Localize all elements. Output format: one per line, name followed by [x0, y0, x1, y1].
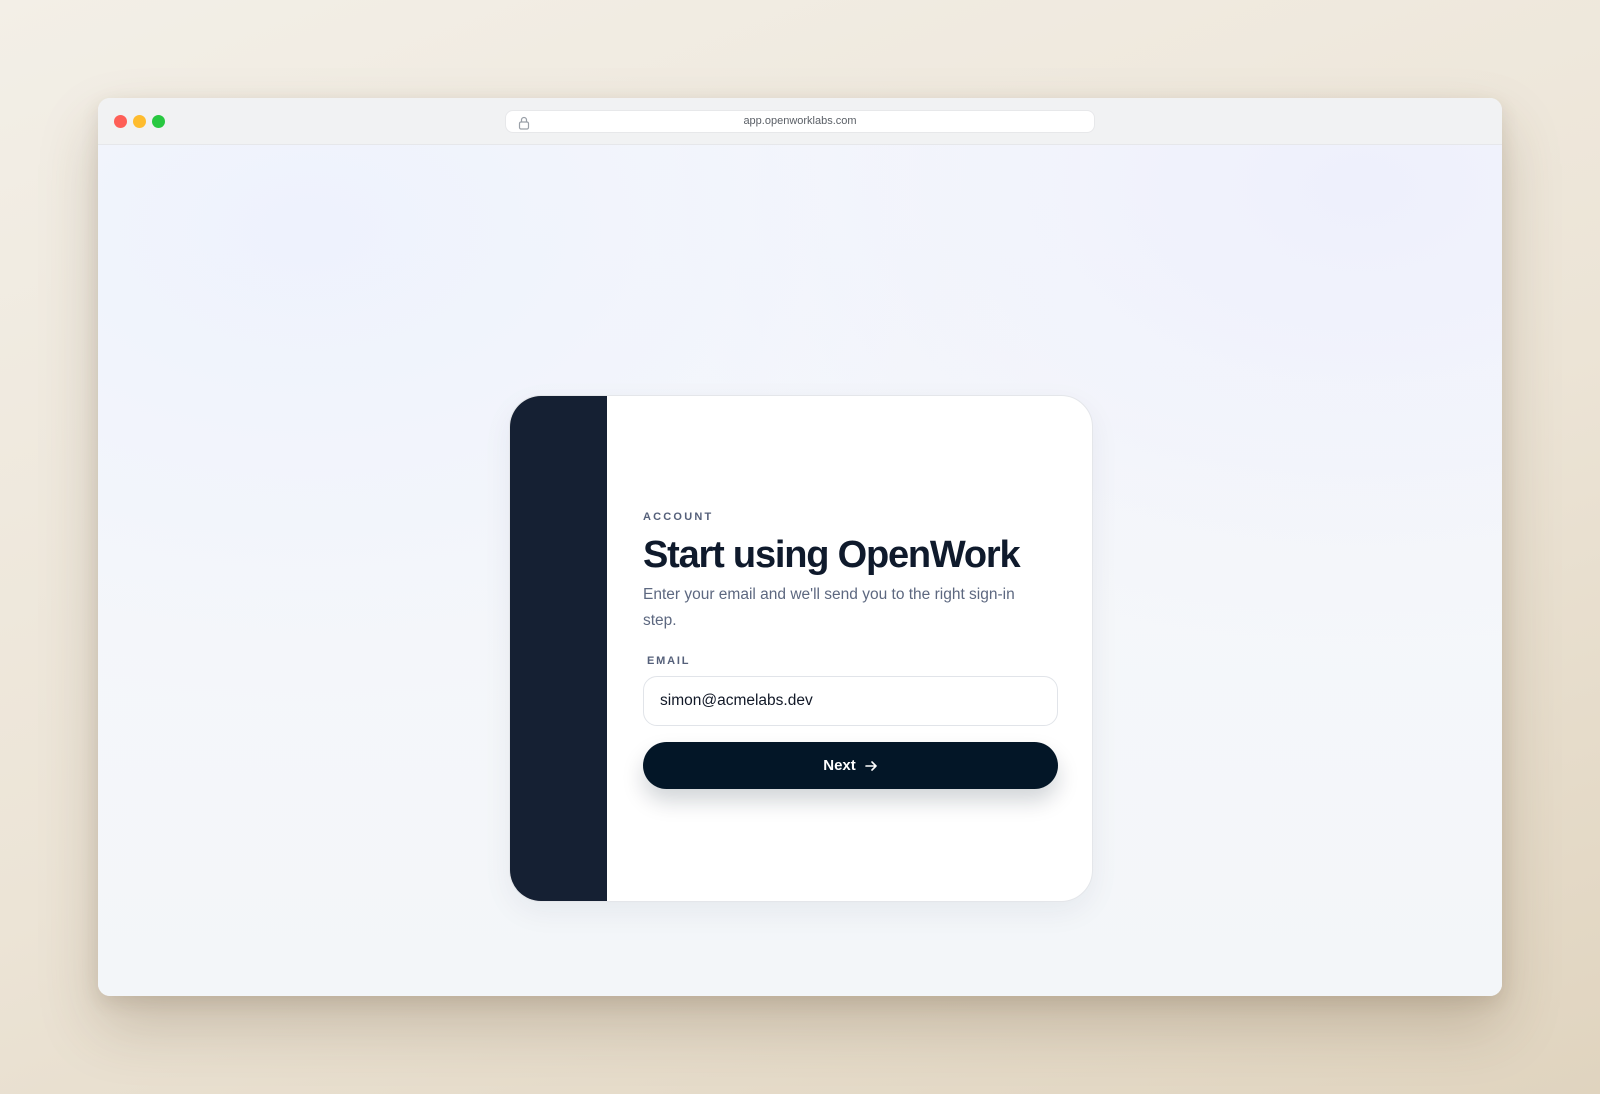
next-button[interactable]: Next	[643, 742, 1058, 789]
card-side-panel	[510, 396, 607, 901]
page-viewport: ACCOUNT Start using OpenWork Enter your …	[98, 145, 1502, 996]
email-field[interactable]	[643, 676, 1058, 726]
email-label: EMAIL	[647, 655, 691, 667]
maximize-window-button[interactable]	[152, 115, 165, 128]
arrow-right-icon	[864, 760, 877, 771]
next-button-label: Next	[823, 757, 856, 774]
card-content: ACCOUNT Start using OpenWork Enter your …	[643, 396, 1058, 901]
url-text: app.openworklabs.com	[743, 115, 857, 127]
browser-window: app.openworklabs.com ACCOUNT Start using…	[98, 98, 1502, 996]
close-window-button[interactable]	[114, 115, 127, 128]
section-eyebrow: ACCOUNT	[643, 511, 714, 523]
browser-titlebar: app.openworklabs.com	[98, 98, 1502, 145]
page-title: Start using OpenWork	[643, 534, 1021, 576]
signin-card: ACCOUNT Start using OpenWork Enter your …	[509, 395, 1093, 902]
address-bar[interactable]: app.openworklabs.com	[505, 110, 1095, 133]
page-subtitle: Enter your email and we'll send you to t…	[643, 586, 1015, 629]
minimize-window-button[interactable]	[133, 115, 146, 128]
